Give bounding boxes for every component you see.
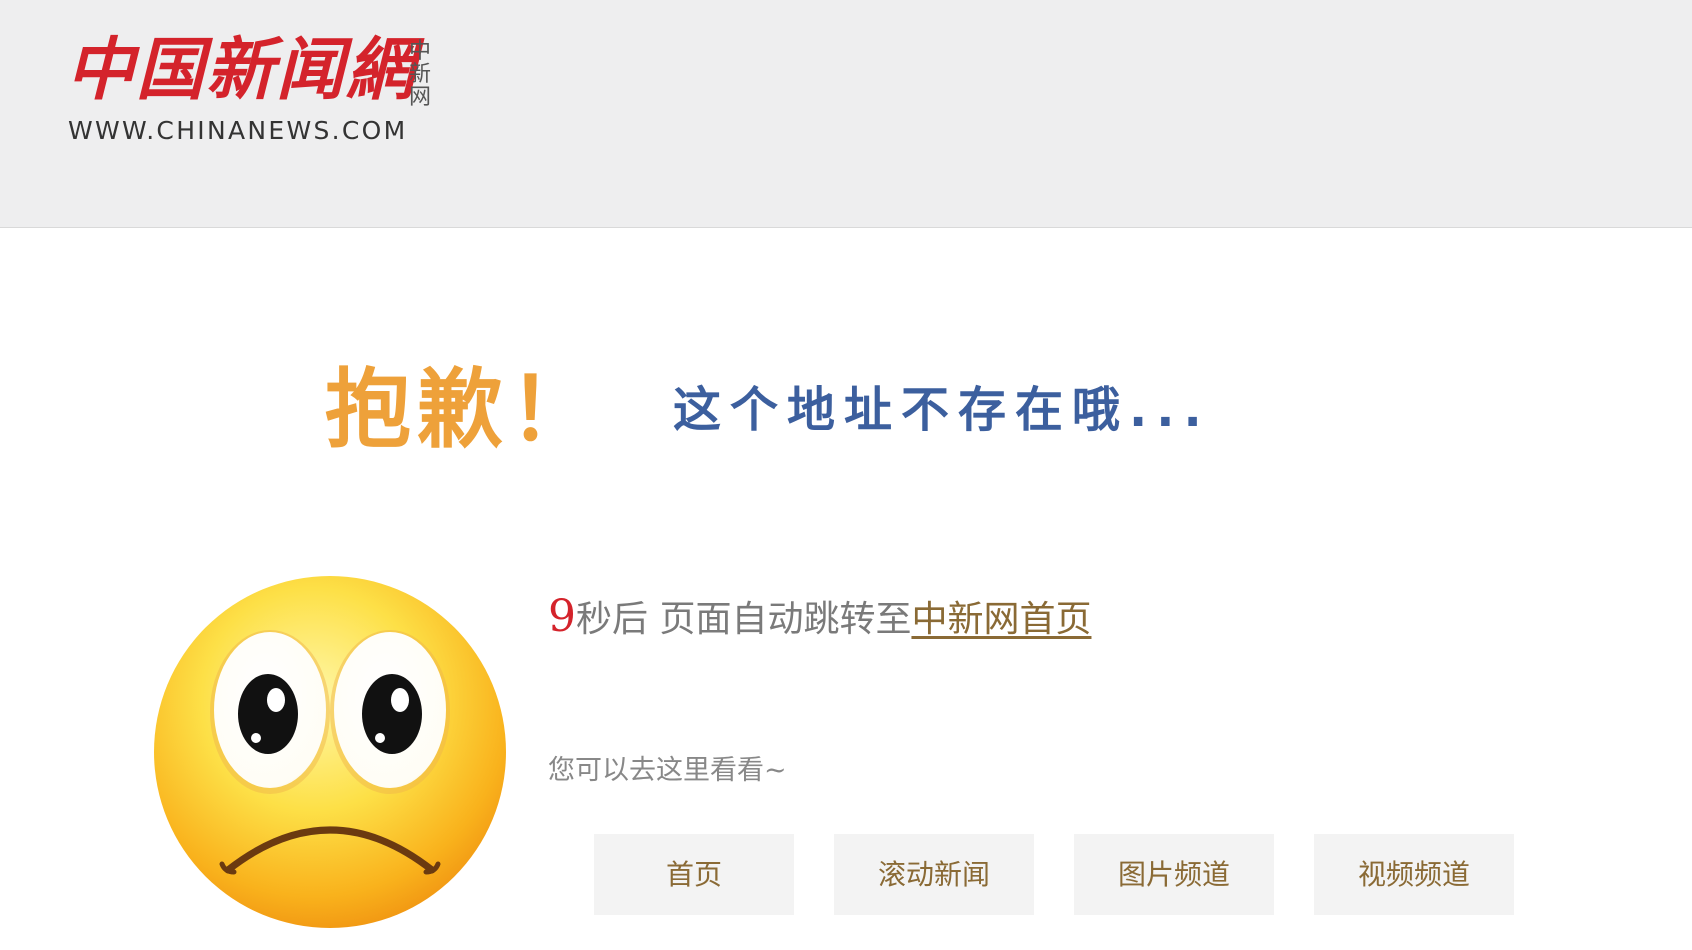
redirect-text: 秒后 页面自动跳转至 [576, 599, 912, 640]
sorry-text: 抱歉！ [325, 360, 601, 460]
logo-chinese-title: 中国新闻網 [66, 30, 417, 110]
not-found-message: 这个地址不存在哦... [673, 382, 1211, 438]
link-rolling-news[interactable]: 滚动新闻 [834, 834, 1034, 915]
link-home[interactable]: 首页 [594, 834, 794, 915]
countdown-seconds: 9 [548, 591, 576, 642]
logo-url-text: WWW.CHINANEWS.COM [68, 116, 408, 145]
redirect-notice: 9秒后 页面自动跳转至中新网首页 [548, 592, 1091, 645]
error-title: 抱歉！ 这个地址不存在哦... [325, 360, 1211, 470]
sad-face-icon [150, 572, 510, 932]
link-video-channel[interactable]: 视频频道 [1314, 834, 1514, 915]
chinanews-logo[interactable]: 中国新闻網 中新网 WWW.CHINANEWS.COM [66, 30, 436, 150]
link-photo-channel[interactable]: 图片频道 [1074, 834, 1274, 915]
suggestion-text: 您可以去这里看看~ [548, 755, 787, 786]
logo-side-text: 中新网 [408, 39, 431, 110]
site-header: 中国新闻網 中新网 WWW.CHINANEWS.COM [0, 0, 1692, 228]
homepage-link[interactable]: 中新网首页 [911, 599, 1091, 640]
quick-links: 首页 滚动新闻 图片频道 视频频道 [594, 834, 1514, 915]
